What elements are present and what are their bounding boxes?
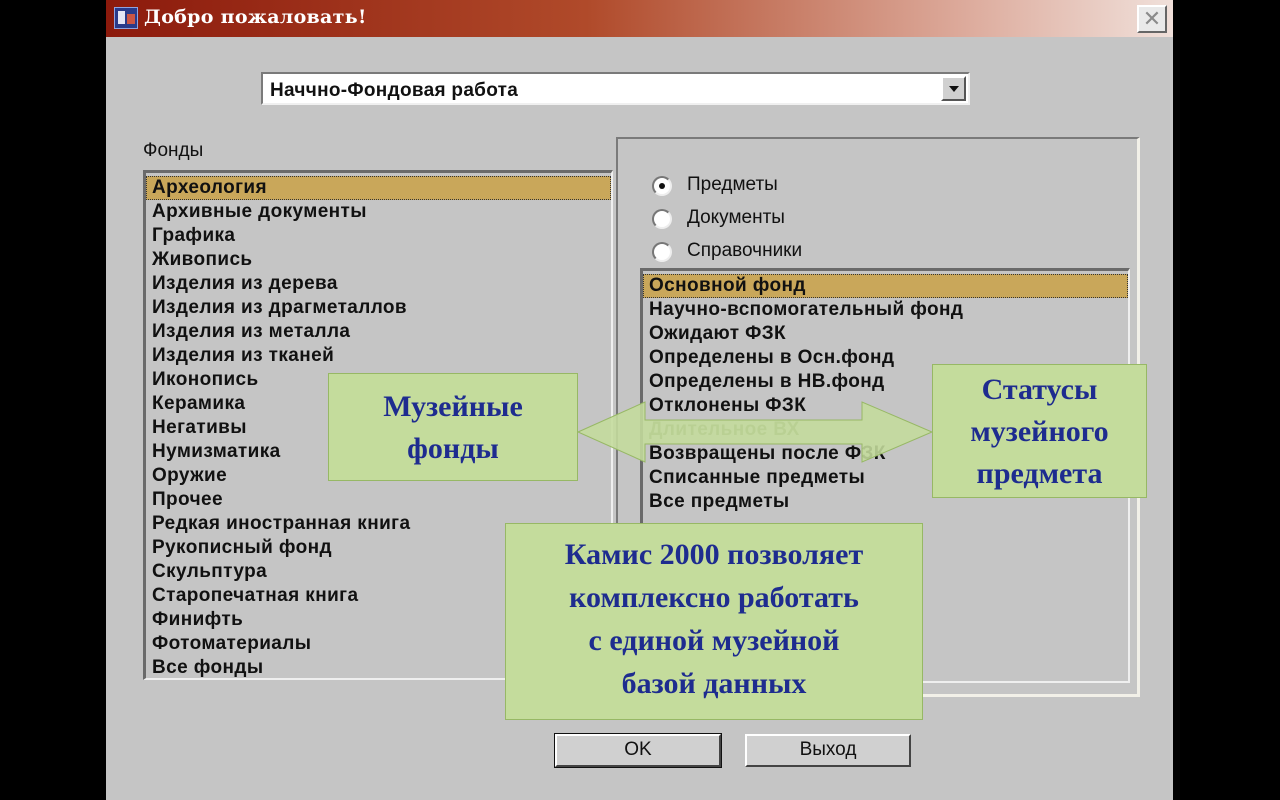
callout-line: фонды <box>407 432 499 465</box>
work-mode-value: Наччно-Фондовая работа <box>270 80 519 101</box>
callout-line: музейного <box>970 415 1109 448</box>
window-title: Добро пожаловать! <box>144 6 367 28</box>
radio-button-icon[interactable] <box>652 176 672 196</box>
close-icon: ✕ <box>1142 6 1162 31</box>
ok-button[interactable]: OK <box>554 733 722 768</box>
fund-list-item[interactable]: Археология <box>146 176 611 200</box>
radio-button-icon[interactable] <box>652 209 672 229</box>
status-list-item[interactable]: Ожидают ФЗК <box>643 322 1128 346</box>
radio-button-icon[interactable] <box>652 242 672 262</box>
exit-button[interactable]: Выход <box>745 734 911 767</box>
callout-line: базой данных <box>621 667 807 700</box>
fund-list-item[interactable]: Архивные документы <box>146 200 611 224</box>
callout-line: Камис 2000 позволяет <box>564 538 864 571</box>
callout-line: Музейные <box>383 390 523 423</box>
status-list-item[interactable]: Научно-вспомогательный фонд <box>643 298 1128 322</box>
title-bar[interactable]: Добро пожаловать! ✕ <box>106 0 1173 37</box>
close-button[interactable]: ✕ <box>1137 5 1167 33</box>
fund-list-item[interactable]: Прочее <box>146 488 611 512</box>
radio-label: Справочники <box>687 240 803 261</box>
callout-museum-funds: Музейные фонды <box>328 373 578 481</box>
fund-list-item[interactable]: Изделия из тканей <box>146 344 611 368</box>
radio-label: Предметы <box>687 174 778 195</box>
fund-list-item[interactable]: Изделия из дерева <box>146 272 611 296</box>
callout-line: Статусы <box>981 373 1098 406</box>
fund-list-item[interactable]: Графика <box>146 224 611 248</box>
funds-label: Фонды <box>143 140 204 161</box>
callout-kamis-summary: Камис 2000 позволяет комплексно работать… <box>505 523 923 720</box>
work-mode-select[interactable]: Наччно-Фондовая работа <box>261 72 970 105</box>
fund-list-item[interactable]: Живопись <box>146 248 611 272</box>
fund-list-item[interactable]: Изделия из драгметаллов <box>146 296 611 320</box>
callout-line: с единой музейной <box>588 624 840 657</box>
callout-object-statuses: Статусы музейного предмета <box>932 364 1147 498</box>
callout-line: комплексно работать <box>569 581 859 614</box>
app-icon <box>114 7 138 29</box>
chevron-down-icon[interactable] <box>941 76 966 101</box>
fund-list-item[interactable]: Изделия из металла <box>146 320 611 344</box>
status-list-item[interactable]: Основной фонд <box>643 274 1128 298</box>
radio-label: Документы <box>687 207 785 228</box>
callout-line: предмета <box>976 457 1103 490</box>
